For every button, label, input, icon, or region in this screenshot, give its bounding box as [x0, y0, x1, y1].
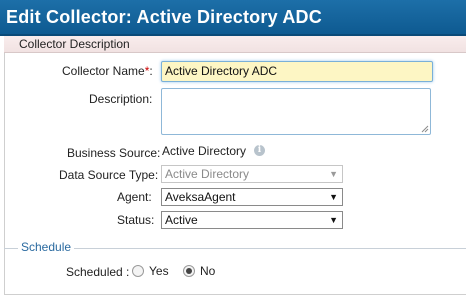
data-source-type-select: Active Directory ▼	[161, 165, 343, 183]
info-icon[interactable]: i	[254, 145, 265, 156]
agent-label: Agent:	[117, 190, 152, 204]
description-textarea[interactable]	[161, 88, 431, 135]
collector-description-header: Collector Description	[4, 36, 466, 53]
scheduled-no-label[interactable]: No	[200, 264, 215, 278]
title-bar: Edit Collector: Active Directory ADC	[0, 0, 466, 36]
chevron-down-icon: ▼	[329, 192, 338, 202]
scheduled-no-radio[interactable]	[183, 265, 195, 277]
status-label: Status:	[117, 213, 155, 227]
agent-value: AveksaAgent	[165, 190, 236, 204]
description-label: Description:	[89, 92, 153, 106]
data-source-type-label: Data Source Type:	[59, 168, 159, 182]
business-source-value: Active Directory	[162, 144, 247, 158]
scheduled-yes-label[interactable]: Yes	[149, 264, 169, 278]
agent-select[interactable]: AveksaAgent ▼	[161, 188, 343, 206]
status-value: Active	[165, 213, 198, 227]
scheduled-yes-radio[interactable]	[132, 265, 144, 277]
collector-name-input[interactable]: Active Directory ADC	[161, 61, 433, 82]
chevron-down-icon: ▼	[329, 169, 338, 179]
status-select[interactable]: Active ▼	[161, 211, 343, 229]
section-header-label: Collector Description	[19, 37, 130, 51]
business-source-label: Business Source:	[67, 146, 161, 160]
resize-grip-icon[interactable]	[421, 125, 429, 133]
scheduled-label: Scheduled :	[66, 265, 130, 279]
schedule-legend: Schedule	[18, 240, 75, 254]
dialog-title: Edit Collector: Active Directory ADC	[6, 7, 322, 27]
chevron-down-icon: ▼	[329, 215, 338, 225]
edit-collector-dialog: Edit Collector: Active Directory ADC Col…	[0, 0, 466, 298]
data-source-type-value: Active Directory	[165, 167, 250, 181]
collector-name-label: Collector Name*:	[62, 64, 153, 78]
